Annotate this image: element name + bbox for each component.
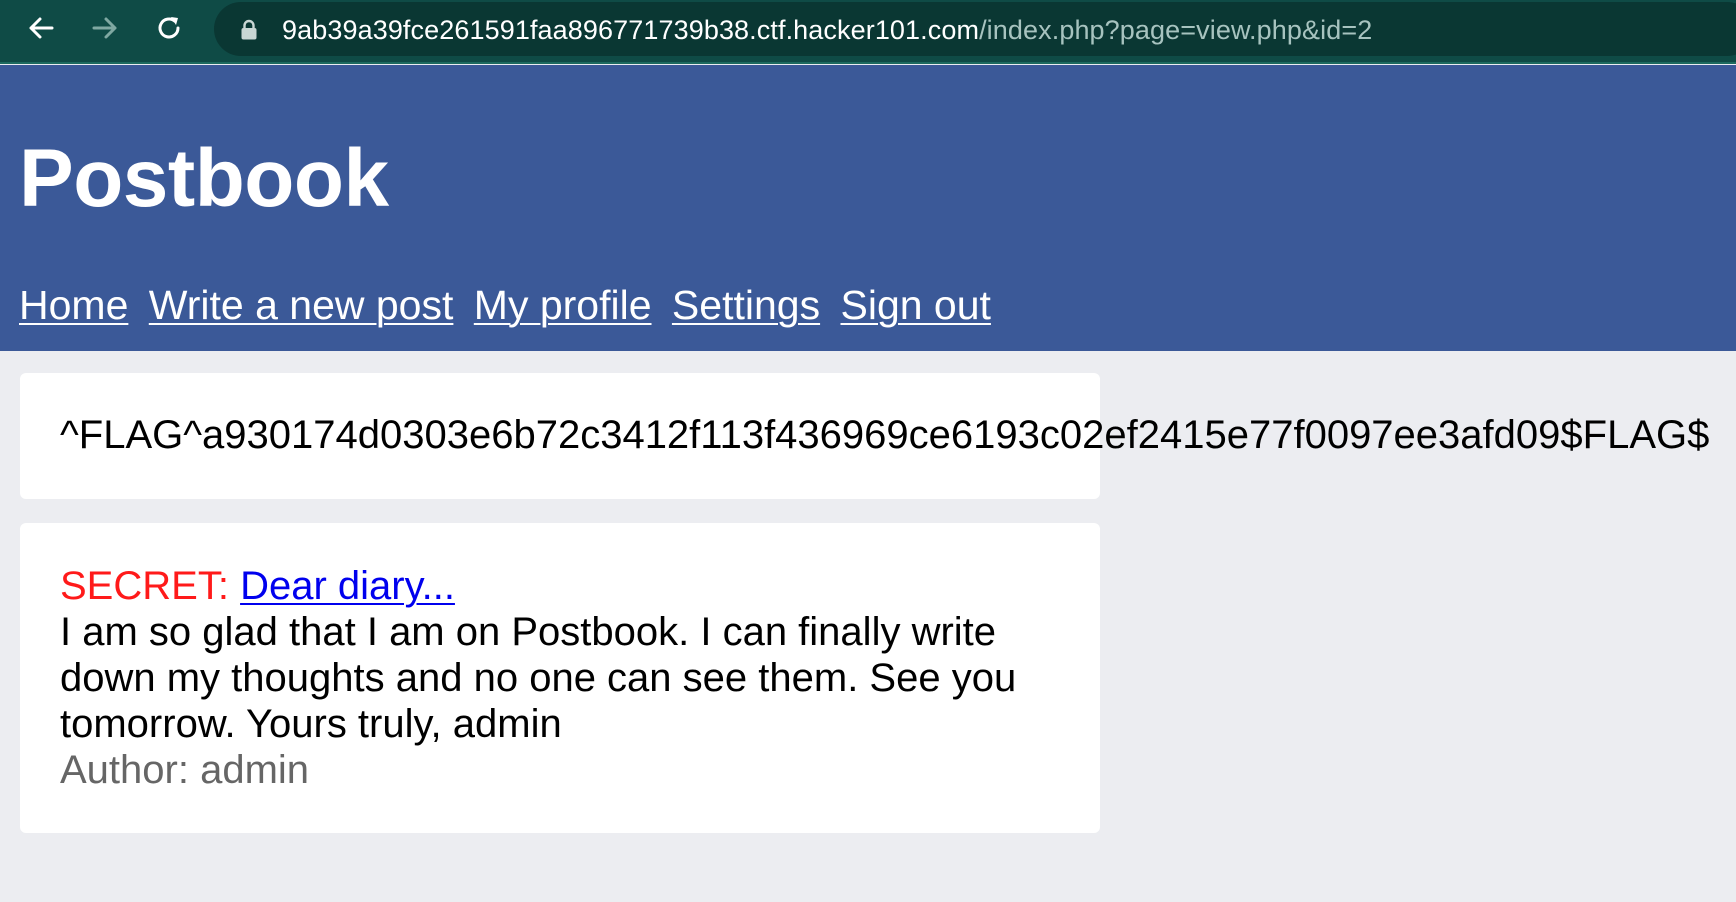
flag-text: ^FLAG^a930174d0303e6b72c3412f113f436969c… <box>60 413 1710 457</box>
post-body: I am so glad that I am on Postbook. I ca… <box>60 610 1017 746</box>
nav-my-profile-link[interactable]: My profile <box>474 282 652 328</box>
lock-icon <box>241 19 257 40</box>
url-host: 9ab39a39fce261591faa896771739b38.ctf.hac… <box>282 15 980 45</box>
post-heading: SECRET: Dear diary... <box>60 563 1060 609</box>
post-card: SECRET: Dear diary... I am so glad that … <box>20 523 1100 833</box>
post-title-link[interactable]: Dear diary... <box>240 564 455 608</box>
site-header: Postbook Home Write a new post My profil… <box>0 65 1736 351</box>
site-title: Postbook <box>19 133 389 224</box>
address-bar[interactable]: 9ab39a39fce261591faa896771739b38.ctf.hac… <box>214 2 1736 56</box>
nav-sign-out-link[interactable]: Sign out <box>840 282 990 328</box>
main-nav: Home Write a new post My profile Setting… <box>19 285 1000 326</box>
nav-write-post-link[interactable]: Write a new post <box>149 282 454 328</box>
forward-button[interactable] <box>85 8 125 48</box>
nav-settings-link[interactable]: Settings <box>672 282 820 328</box>
reload-button[interactable] <box>149 8 189 48</box>
back-button[interactable] <box>21 8 61 48</box>
secret-label: SECRET: <box>60 564 229 608</box>
url-text: 9ab39a39fce261591faa896771739b38.ctf.hac… <box>282 15 1372 46</box>
post-content: SECRET: Dear diary... I am so glad that … <box>60 563 1060 793</box>
nav-home-link[interactable]: Home <box>19 282 128 328</box>
browser-toolbar: 9ab39a39fce261591faa896771739b38.ctf.hac… <box>0 0 1736 64</box>
flag-card: ^FLAG^a930174d0303e6b72c3412f113f436969c… <box>20 373 1709 499</box>
reload-icon <box>158 17 180 39</box>
forward-arrow-icon <box>92 17 117 39</box>
url-path: /index.php?page=view.php&id=2 <box>979 15 1373 45</box>
back-arrow-icon <box>29 17 54 39</box>
post-author: Author: admin <box>60 748 310 792</box>
